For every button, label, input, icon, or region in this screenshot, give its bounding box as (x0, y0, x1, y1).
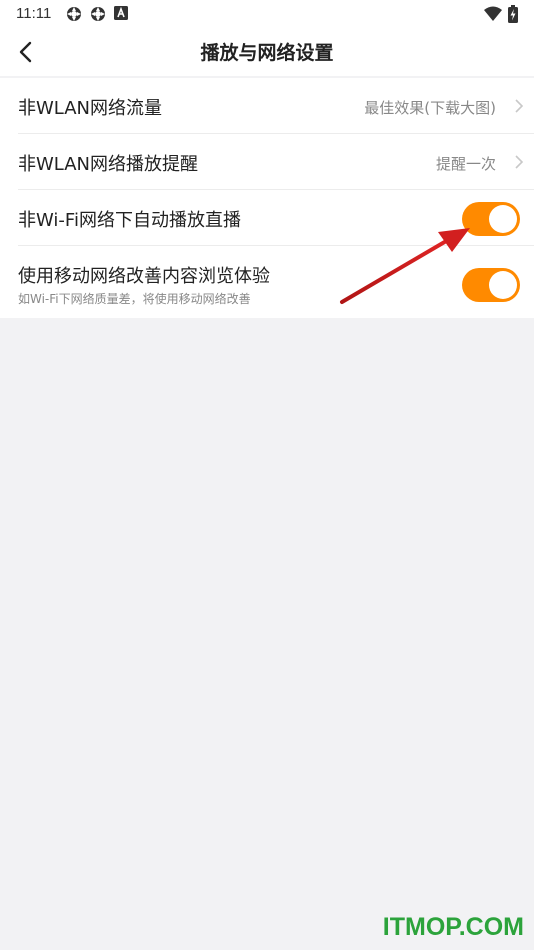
setting-label: 非WLAN网络流量 (18, 98, 163, 119)
battery-charging-icon (508, 5, 518, 23)
setting-label: 非WLAN网络播放提醒 (18, 154, 199, 175)
toggle-knob (489, 271, 517, 299)
chevron-right-icon (515, 99, 524, 113)
watermark: ITMOP.COM (382, 913, 524, 941)
annotation-arrow-icon (340, 228, 470, 304)
status-time: 11:11 (16, 5, 52, 22)
font-app-icon (114, 6, 128, 20)
sync-icon (91, 7, 105, 21)
setting-non-wlan-play-reminder[interactable]: 非WLAN网络播放提醒 提醒一次 (18, 134, 534, 190)
status-bar: 11:11 (0, 0, 534, 28)
setting-value: 提醒一次 (435, 155, 496, 173)
navigation-bar: 播放与网络设置 (0, 28, 534, 76)
setting-description: 如Wi-Fi下网络质量差，将使用移动网络改善 (18, 292, 251, 306)
setting-label: 非Wi-Fi网络下自动播放直播 (18, 210, 241, 231)
sync-icon (67, 7, 81, 21)
setting-label: 使用移动网络改善内容浏览体验 (18, 266, 270, 287)
chevron-right-icon (515, 155, 524, 169)
setting-non-wlan-traffic[interactable]: 非WLAN网络流量 最佳效果(下载大图) (18, 78, 534, 134)
setting-value: 最佳效果(下载大图) (364, 99, 496, 117)
page-title: 播放与网络设置 (200, 42, 334, 64)
toggle-knob (489, 205, 517, 233)
wifi-icon (484, 6, 502, 21)
